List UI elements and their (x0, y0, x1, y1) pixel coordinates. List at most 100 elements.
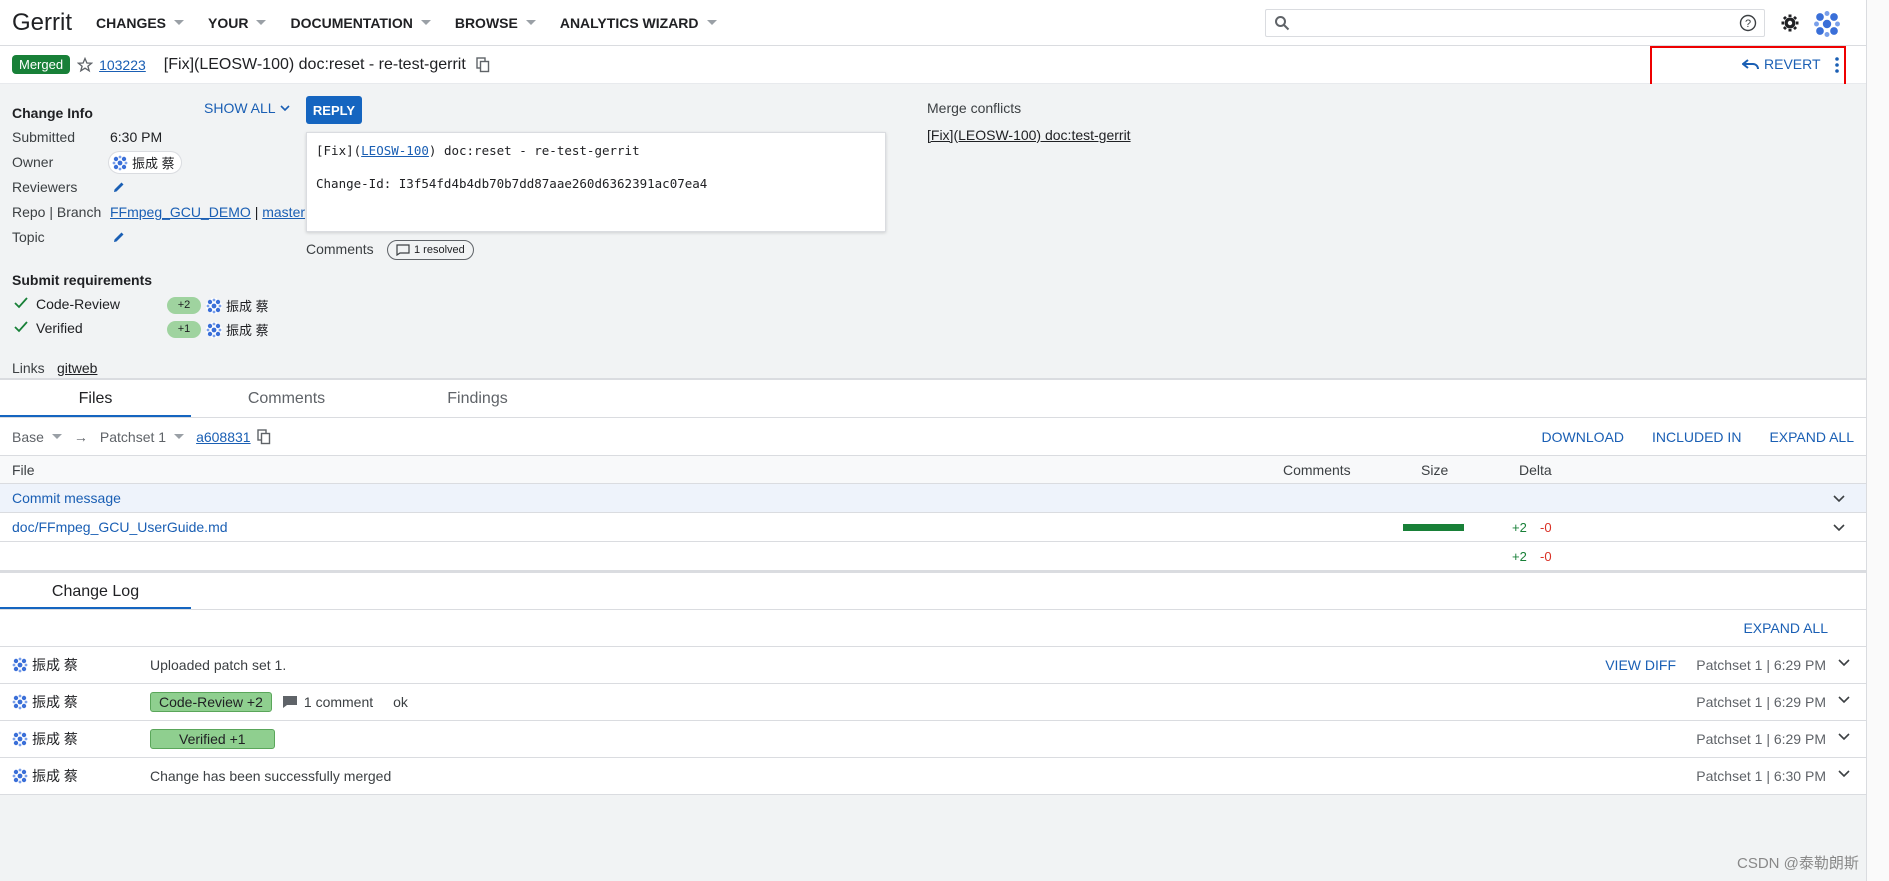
menu-browse[interactable]: BROWSE (455, 15, 536, 31)
more-vert-icon[interactable] (1834, 56, 1840, 74)
menu-documentation[interactable]: DOCUMENTATION (290, 15, 431, 31)
commit-sha-link[interactable]: a608831 (196, 429, 251, 445)
caret-down-icon (256, 20, 267, 25)
change-number-link[interactable]: 103223 (99, 57, 146, 73)
caret-down-icon (174, 434, 185, 439)
chevron-down-icon[interactable] (1838, 770, 1850, 778)
score-badge: +2 (167, 297, 201, 314)
tab-findings[interactable]: Findings (382, 380, 573, 417)
avatar (12, 768, 28, 784)
log-entry[interactable]: 振成 蔡 Uploaded patch set 1. VIEW DIFF Pat… (0, 647, 1866, 684)
download-button[interactable]: DOWNLOAD (1542, 429, 1624, 445)
reply-button[interactable]: REPLY (306, 96, 362, 124)
score-badge: +1 (167, 321, 201, 338)
chevron-down-icon[interactable] (1838, 696, 1850, 704)
search-icon (1275, 16, 1290, 31)
expand-all-button[interactable]: EXPAND ALL (1769, 429, 1854, 445)
avatar (12, 657, 28, 673)
chevron-down-icon (280, 105, 290, 111)
resolved-text: 1 resolved (414, 244, 465, 256)
avatar (12, 694, 28, 710)
brand-logo[interactable]: Gerrit (12, 9, 72, 37)
comment-count[interactable]: 1 comment (282, 694, 373, 710)
voter: 振成 蔡 (206, 320, 269, 339)
separator: | (254, 204, 259, 220)
patchset-label: Patchset 1 (99, 428, 167, 445)
commit-message-link[interactable]: Commit message (12, 490, 121, 506)
issue-link[interactable]: LEOSW-100 (361, 143, 429, 158)
patchset-select[interactable]: Patchset 1 (99, 428, 185, 445)
tab-comments[interactable]: Comments (191, 380, 382, 417)
log-meta: Patchset 1 | 6:29 PM (1696, 657, 1826, 673)
search-input[interactable] (1290, 11, 1764, 35)
edit-reviewers-icon[interactable] (112, 180, 126, 194)
copy-icon[interactable] (256, 428, 271, 445)
chevron-down-icon[interactable] (1838, 659, 1850, 667)
change-log-section: Change Log EXPAND ALL 振成 蔡 Uploaded patc… (0, 571, 1866, 795)
requirement-code-review: Code-Review (36, 296, 121, 312)
voter-name: 振成 蔡 (226, 323, 269, 338)
comments-label: Comments (306, 241, 374, 257)
col-comments: Comments (1283, 461, 1351, 478)
user-avatar[interactable] (1813, 10, 1841, 38)
gitweb-link[interactable]: gitweb (57, 360, 97, 376)
repo-link[interactable]: FFmpeg_GCU_DEMO (110, 204, 251, 220)
chevron-down-icon[interactable] (1833, 495, 1845, 503)
base-label: Base (12, 428, 44, 445)
change-subject: [Fix](LEOSW-100) doc:reset - re-test-ger… (163, 55, 466, 73)
author-name: 振成 蔡 (32, 768, 78, 784)
menu-changes[interactable]: CHANGES (96, 15, 185, 31)
comment-icon (282, 696, 297, 708)
topic-label: Topic (12, 229, 45, 245)
log-message: Verified +1 (150, 729, 275, 749)
copy-icon[interactable] (476, 56, 490, 73)
merge-conflict-link[interactable]: [Fix](LEOSW-100) doc:test-gerrit (927, 127, 1131, 143)
avatar (12, 731, 28, 747)
undo-icon (1742, 59, 1759, 70)
change-header: Merged 103223 [Fix](LEOSW-100) doc:reset… (0, 46, 1866, 98)
file-path-link[interactable]: doc/FFmpeg_GCU_UserGuide.md (12, 519, 228, 535)
commit-line-1: [Fix](LEOSW-100) doc:reset - re-test-ger… (316, 143, 876, 158)
file-row[interactable]: doc/FFmpeg_GCU_UserGuide.md +2 -0 (0, 513, 1866, 542)
file-row-commit-message[interactable]: Commit message (0, 484, 1866, 513)
view-diff-button[interactable]: VIEW DIFF (1605, 657, 1676, 673)
requirement-verified: Verified (36, 320, 83, 336)
files-header: File Comments Size Delta (0, 456, 1866, 484)
resolved-chip[interactable]: 1 resolved (387, 240, 474, 260)
chevron-down-icon[interactable] (1838, 733, 1850, 741)
merge-conflicts-title: Merge conflicts (927, 100, 1022, 116)
file-tabs: Files Comments Findings (0, 380, 1866, 418)
top-bar: Gerrit CHANGES YOUR DOCUMENTATION BROWSE… (0, 0, 1866, 46)
author-name: 振成 蔡 (32, 731, 78, 747)
menu-analytics-wizard[interactable]: ANALYTICS WIZARD (560, 15, 717, 31)
svg-text:?: ? (1745, 18, 1751, 30)
menu-your[interactable]: YOUR (208, 15, 267, 31)
included-in-button[interactable]: INCLUDED IN (1652, 429, 1741, 445)
show-all-button[interactable]: SHOW ALL (204, 100, 290, 116)
log-entry[interactable]: 振成 蔡 Code-Review +2 1 comment ok Patchse… (0, 684, 1866, 721)
owner-chip[interactable]: 振成 蔡 (108, 151, 182, 174)
edit-topic-icon[interactable] (112, 230, 126, 244)
caret-down-icon (420, 20, 431, 25)
submitted-value: 6:30 PM (110, 129, 163, 145)
commit-suffix: ) doc:reset - re-test-gerrit (428, 143, 640, 158)
star-icon[interactable] (77, 56, 94, 73)
size-bar (1403, 524, 1464, 531)
log-meta: Patchset 1 | 6:29 PM (1696, 694, 1826, 710)
tab-change-log[interactable]: Change Log (0, 573, 191, 609)
log-entry[interactable]: 振成 蔡 Change has been successfully merged… (0, 758, 1866, 795)
tab-files[interactable]: Files (0, 380, 191, 417)
log-entry[interactable]: 振成 蔡 Verified +1 Patchset 1 | 6:29 PM (0, 721, 1866, 758)
revert-button[interactable]: REVERT (1742, 56, 1821, 72)
help-icon[interactable]: ? (1739, 14, 1757, 32)
voter-name: 振成 蔡 (226, 299, 269, 314)
expand-all-button[interactable]: EXPAND ALL (1743, 620, 1828, 636)
patch-actions: DOWNLOAD INCLUDED IN EXPAND ALL (1542, 418, 1854, 456)
author-name: 振成 蔡 (32, 694, 78, 710)
log-meta: Patchset 1 | 6:29 PM (1696, 731, 1826, 747)
gear-icon[interactable] (1781, 14, 1799, 32)
gerrit-app: Gerrit CHANGES YOUR DOCUMENTATION BROWSE… (0, 0, 1866, 881)
base-select[interactable]: Base (12, 429, 62, 445)
chevron-down-icon[interactable] (1833, 524, 1845, 532)
branch-link[interactable]: master (262, 204, 305, 220)
